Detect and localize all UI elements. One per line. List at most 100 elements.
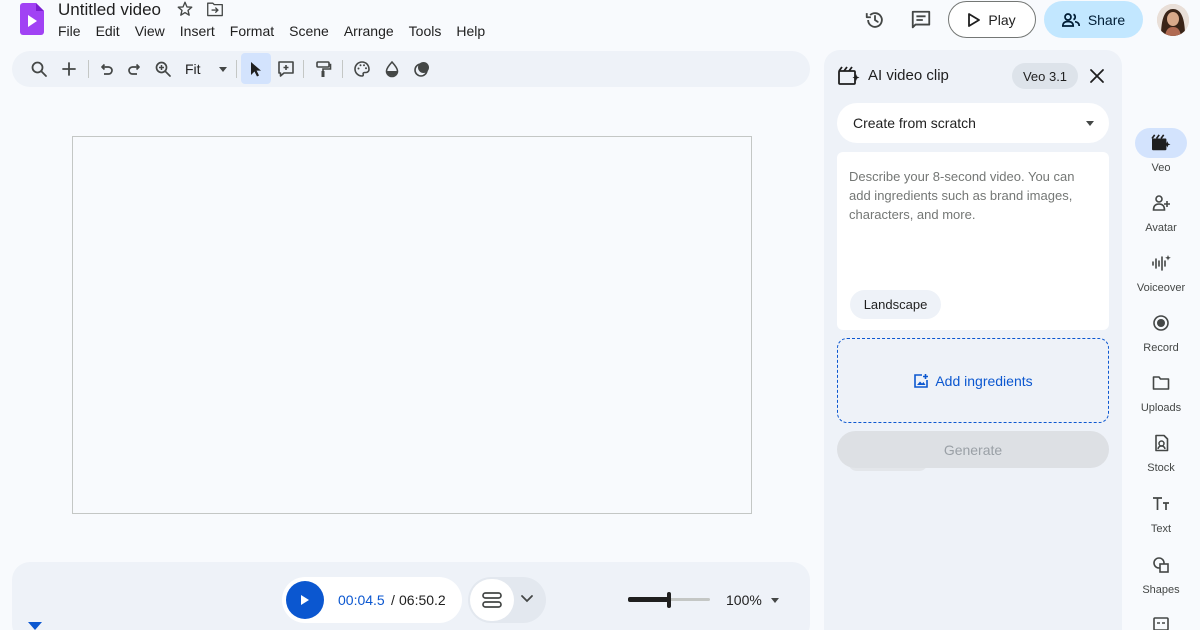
rail-uploads-bg [1135,368,1187,398]
time-separator: / [391,592,395,608]
zoom-percent-caret-icon[interactable] [771,598,779,603]
chevron-down-icon[interactable] [520,594,534,604]
rail-item-text[interactable]: Text [1134,489,1188,535]
close-icon[interactable] [1089,68,1105,84]
toolbar-divider [342,60,343,78]
toolbar-divider [236,60,237,78]
record-icon [1153,315,1169,331]
menu-arrange[interactable]: Arrange [344,23,403,39]
people-icon [1061,12,1080,27]
share-button[interactable]: Share [1044,1,1143,38]
rail-avatar-bg [1135,188,1187,218]
zoom-caret-icon[interactable] [219,67,227,72]
rail-label-veo: Veo [1151,162,1171,174]
shapes-icon [1153,557,1169,573]
play-icon [301,595,309,605]
select-cursor-icon[interactable] [247,60,265,78]
rail-label-uploads: Uploads [1140,402,1182,414]
add-icon[interactable] [60,60,78,78]
rail-label-shapes: Shapes [1142,584,1180,596]
search-icon[interactable] [30,60,48,78]
timeline-zoom-thumb[interactable] [667,592,671,608]
rail-shapes-bg [1135,550,1187,580]
zoom-select[interactable]: Fit [185,61,201,77]
voiceover-icon [1152,255,1171,271]
veo-icon [1151,134,1171,151]
rail-item-uploads[interactable]: Uploads [1134,368,1188,414]
add-ingredients-button[interactable]: Add ingredients [837,338,1109,423]
aspect-ratio-chip[interactable]: Landscape [850,290,941,319]
rail-label-text: Text [1150,523,1172,535]
stock-icon [1155,434,1169,452]
move-to-folder-icon[interactable] [206,1,224,17]
version-history-icon[interactable] [864,9,886,31]
prompt-placeholder: Describe your 8-second video. You can ad… [849,169,1075,222]
total-time: 06:50.2 [399,592,446,608]
rail-stock-bg [1135,428,1187,458]
model-chip[interactable]: Veo 3.1 [1012,63,1078,89]
captions-icon[interactable] [1153,617,1169,630]
play-button[interactable]: Play [948,1,1036,38]
timeline-tracks-icon [482,592,502,608]
playhead-marker[interactable] [28,622,42,630]
rail-item-voiceover[interactable]: Voiceover [1134,248,1188,294]
avatar-add-icon [1152,195,1170,211]
menu-view[interactable]: View [135,23,174,39]
menu-file[interactable]: File [58,23,90,39]
ai-video-clip-icon [838,66,860,85]
rail-label-record: Record [1143,342,1179,354]
rail-item-record[interactable]: Record [1134,308,1188,354]
rail-label-avatar: Avatar [1145,222,1177,234]
document-title[interactable]: Untitled video [58,0,161,20]
rail-item-veo[interactable]: Veo [1134,128,1188,174]
menu-bar: File Edit View Insert Format Scene Arran… [58,23,500,39]
timeline-view-button[interactable] [470,579,514,621]
add-ingredients-label: Add ingredients [935,372,1033,389]
add-text-box-icon[interactable] [277,60,295,78]
palette-icon[interactable] [353,60,371,78]
shape-effects-icon[interactable] [413,60,431,78]
rail-veo-bg [1135,128,1187,158]
zoom-in-icon[interactable] [154,60,172,78]
menu-format[interactable]: Format [230,23,283,39]
play-pause-button[interactable] [286,581,324,619]
menu-scene[interactable]: Scene [289,23,338,39]
rail-item-avatar[interactable]: Avatar [1134,188,1188,234]
rail-text-bg [1135,489,1187,519]
play-triangle-icon [968,12,981,27]
play-button-label: Play [988,11,1016,28]
redo-icon[interactable] [126,60,144,78]
user-avatar[interactable] [1157,4,1189,36]
scene-canvas[interactable] [72,136,752,514]
rail-label-stock: Stock [1147,462,1175,474]
current-time: 00:04.5 [338,592,385,608]
add-image-icon [914,373,929,388]
fill-color-icon[interactable] [383,60,401,78]
folder-icon [1152,376,1170,390]
menu-insert[interactable]: Insert [180,23,224,39]
rail-label-voiceover: Voiceover [1136,282,1186,294]
paint-format-icon[interactable] [314,60,332,78]
rail-record-bg [1135,308,1187,338]
panel-title: AI video clip [868,67,949,84]
app-logo-icon[interactable] [20,3,44,35]
rail-voiceover-bg [1135,248,1187,278]
menu-tools[interactable]: Tools [409,23,451,39]
generate-button[interactable]: Generate [837,431,1109,468]
text-icon [1153,497,1169,510]
mode-caret-icon[interactable] [1086,121,1094,126]
creation-mode-select[interactable]: Create from scratch [837,103,1109,143]
avatar-portrait-icon [1157,4,1189,36]
menu-help[interactable]: Help [456,23,494,39]
timeline-zoom-percent[interactable]: 100% [726,592,762,608]
comments-icon[interactable] [910,9,932,31]
timeline-zoom-fill [628,597,669,602]
rail-item-shapes[interactable]: Shapes [1134,550,1188,596]
rail-item-stock[interactable]: Stock [1134,428,1188,474]
undo-icon[interactable] [97,60,115,78]
star-icon[interactable] [176,0,194,18]
toolbar-divider [88,60,89,78]
toolbar-divider [303,60,304,78]
menu-edit[interactable]: Edit [96,23,129,39]
share-button-label: Share [1087,11,1126,28]
